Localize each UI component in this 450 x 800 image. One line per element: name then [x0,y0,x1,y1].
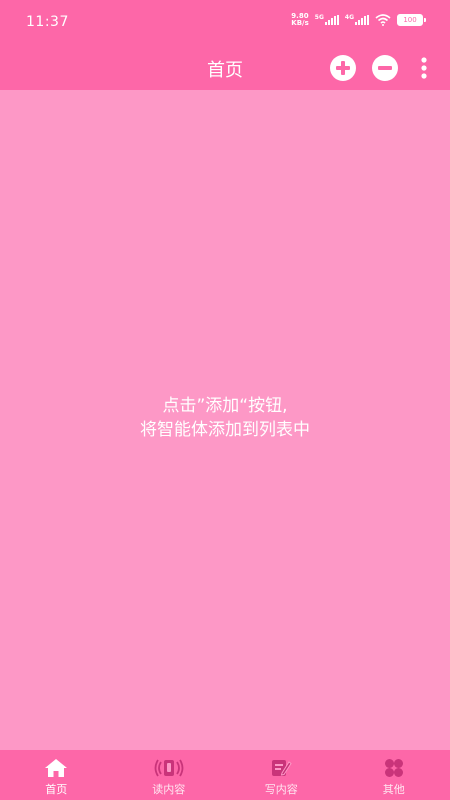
grid-icon [383,758,405,778]
signal-5g-label: 5G [314,14,324,21]
battery-indicator: 100 [397,14,426,26]
bottom-navigation: 首页 读内容 写内容 其他 [0,750,450,800]
nav-item-home[interactable]: 首页 [0,750,113,800]
nav-item-read[interactable]: 读内容 [113,750,226,800]
battery-level: 100 [397,14,423,26]
network-speed: 9.80 KB/s [291,13,308,27]
empty-state-message: 点击”添加“按钮, 将智能体添加到列表中 [0,394,450,442]
remove-button[interactable] [372,55,398,81]
cell-signal-icon [324,15,339,25]
nav-item-home-label: 首页 [45,783,68,796]
add-button[interactable] [330,55,356,81]
status-indicators: 9.80 KB/s 5G 4G 100 [291,13,426,27]
plus-icon [336,61,350,75]
signal-5g: 5G [315,15,339,25]
status-bar: 11:37 9.80 KB/s 5G 4G 100 [0,0,450,44]
nav-item-write[interactable]: 写内容 [225,750,338,800]
nav-item-read-label: 读内容 [152,783,186,796]
nav-item-other-label: 其他 [382,783,405,796]
write-edit-icon [270,758,292,778]
signal-4g-label: 4G [344,14,354,21]
cell-signal-icon [355,15,369,25]
home-icon [44,758,68,778]
empty-state-line-1: 点击”添加“按钮, [162,396,288,416]
empty-state-line-2: 将智能体添加到列表中 [140,420,310,440]
battery-tip [424,18,426,22]
nav-item-write-label: 写内容 [264,783,298,796]
more-vertical-icon [421,57,427,79]
more-options-button[interactable] [414,56,434,80]
signal-4g: 4G [345,15,369,25]
status-time: 11:37 [26,14,69,30]
minus-icon [378,66,392,70]
wifi-icon [375,14,391,26]
nav-item-other[interactable]: 其他 [338,750,450,800]
read-audio-icon [154,758,184,778]
app-bar: 首页 [0,44,450,90]
main-content: 点击”添加“按钮, 将智能体添加到列表中 [0,90,450,750]
network-speed-unit: KB/s [291,19,309,27]
